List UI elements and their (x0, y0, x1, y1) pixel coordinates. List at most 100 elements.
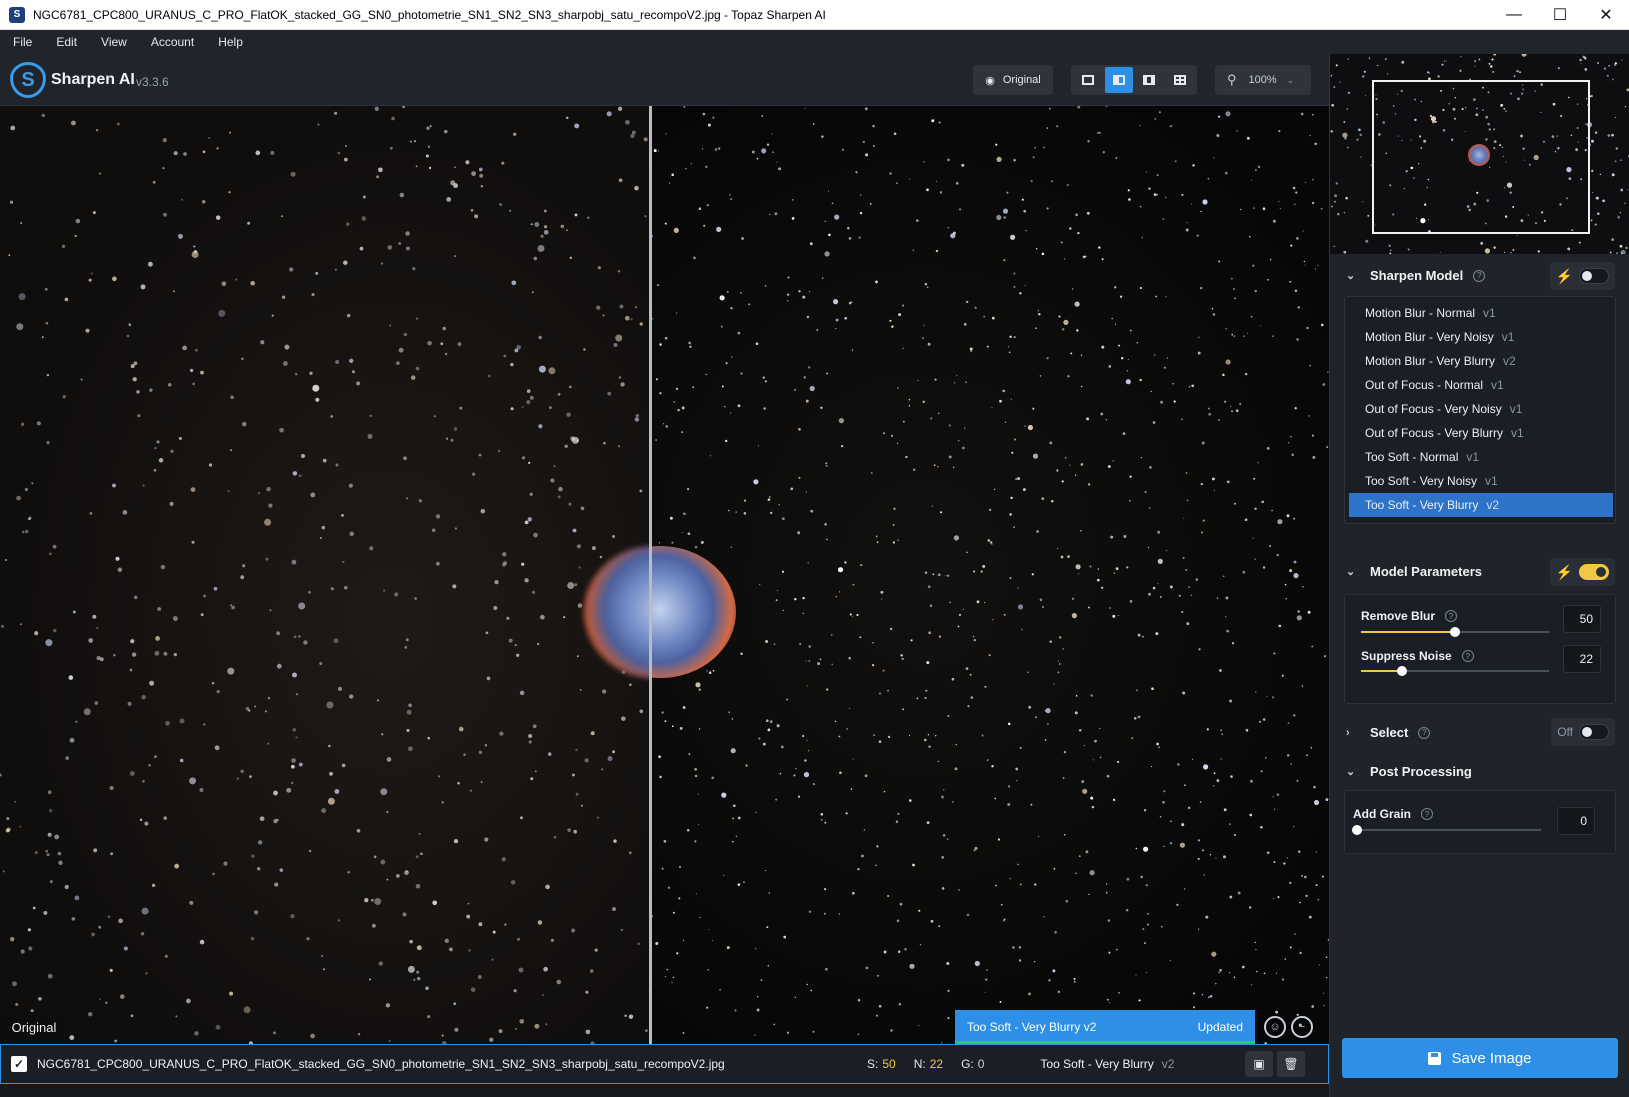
star (208, 463, 213, 467)
star (954, 767, 958, 771)
add-grain-handle[interactable] (1352, 825, 1362, 835)
model-item[interactable]: Too Soft - Very Noisy v1 (1349, 469, 1613, 493)
trash-icon[interactable]: 🗑 (1277, 1051, 1305, 1077)
suppress-noise-handle[interactable] (1397, 666, 1408, 676)
model-item[interactable]: Out of Focus - Very Blurry v1 (1349, 421, 1613, 445)
model-item[interactable]: Motion Blur - Very Noisy v1 (1349, 325, 1613, 349)
split-divider-handle[interactable] (649, 106, 652, 1044)
star (639, 489, 643, 493)
star (1019, 292, 1022, 295)
star (1042, 606, 1044, 608)
close-button[interactable]: ✕ (1583, 0, 1629, 30)
add-grain-value[interactable]: 0 (1557, 807, 1595, 835)
star (1199, 801, 1202, 803)
star (643, 137, 648, 142)
split-view-button[interactable] (1104, 67, 1133, 93)
star (516, 937, 521, 941)
star (1143, 942, 1146, 945)
model-item[interactable]: Motion Blur - Very Blurry v2 (1349, 349, 1613, 373)
model-item[interactable]: Motion Blur - Normal v1 (1349, 301, 1613, 325)
star (436, 561, 440, 566)
post-processing-header[interactable]: ⌄ Post Processing (1346, 764, 1472, 779)
star (1326, 446, 1329, 449)
star (928, 745, 931, 748)
file-row[interactable]: ✓ NGC6781_CPC800_URANUS_C_PRO_FlatOK_sta… (0, 1044, 1329, 1084)
star (1289, 946, 1292, 949)
model-item-selected[interactable]: Too Soft - Very Blurry v2 (1349, 493, 1613, 517)
star (937, 573, 941, 577)
star (923, 161, 925, 163)
remove-blur-slider[interactable] (1361, 627, 1549, 637)
menu-file[interactable]: File (0, 35, 43, 49)
navigator-thumbnail[interactable] (1330, 54, 1629, 254)
image-viewer[interactable] (0, 106, 1329, 1044)
add-grain-slider[interactable] (1352, 825, 1541, 835)
select-switch[interactable] (1579, 724, 1609, 740)
model-parameters-header[interactable]: ⌄ Model Parameters (1346, 564, 1482, 579)
star (766, 143, 770, 147)
navigator-viewport-frame[interactable] (1372, 80, 1590, 234)
single-view-button[interactable] (1074, 67, 1103, 93)
star (337, 919, 340, 922)
star (130, 639, 135, 644)
select-toggle[interactable]: Off (1551, 718, 1615, 746)
zoom-dropdown[interactable]: ⚲ 100% ⌄ (1215, 65, 1311, 95)
side-by-side-button[interactable] (1135, 67, 1164, 93)
model-parameters-auto-toggle[interactable]: ⚡ (1549, 558, 1615, 586)
auto-switch[interactable] (1579, 268, 1609, 284)
star (798, 428, 801, 431)
star (1201, 994, 1204, 996)
help-icon[interactable]: ? (1461, 650, 1474, 662)
model-item[interactable]: Too Soft - Normal v1 (1349, 445, 1613, 469)
star (621, 716, 626, 721)
star (1172, 383, 1174, 385)
star (127, 701, 132, 706)
help-icon[interactable]: ? (1421, 808, 1434, 820)
original-toggle-button[interactable]: ◉ Original (973, 65, 1053, 95)
minimize-button[interactable]: — (1491, 0, 1537, 30)
star (1118, 344, 1121, 347)
suppress-noise-value[interactable]: 22 (1563, 645, 1601, 673)
remove-blur-value[interactable]: 50 (1563, 605, 1601, 633)
menu-view[interactable]: View (88, 35, 138, 49)
star (719, 989, 721, 991)
star (912, 863, 915, 867)
auto-switch[interactable] (1579, 564, 1609, 580)
neutral-feedback-icon[interactable]: − (1291, 1016, 1313, 1038)
maximize-button[interactable]: ☐ (1537, 0, 1583, 30)
quad-view-button[interactable] (1166, 67, 1195, 93)
preview-icon[interactable]: ▣ (1245, 1051, 1273, 1077)
star (1123, 535, 1127, 538)
suppress-noise-slider[interactable] (1361, 666, 1549, 676)
model-item[interactable]: Out of Focus - Normal v1 (1349, 373, 1613, 397)
help-icon[interactable]: ? (1418, 726, 1431, 739)
model-item[interactable]: Out of Focus - Very Noisy v1 (1349, 397, 1613, 421)
star (872, 124, 875, 128)
star (1032, 156, 1035, 159)
star (740, 652, 743, 656)
smile-feedback-icon[interactable]: ☺ (1264, 1016, 1286, 1038)
star (1043, 916, 1045, 918)
menu-edit[interactable]: Edit (43, 35, 88, 49)
split-view-icon (1112, 75, 1125, 85)
star (1297, 610, 1300, 613)
menu-account[interactable]: Account (138, 35, 205, 49)
star (241, 421, 247, 427)
star (298, 635, 301, 638)
help-icon[interactable]: ? (1445, 610, 1458, 622)
select-header[interactable]: › Select ? (1346, 725, 1431, 740)
model-name: Out of Focus - Very Blurry (1365, 426, 1504, 440)
sharpen-model-auto-toggle[interactable]: ⚡ (1549, 262, 1615, 290)
n-label: N: (913, 1057, 926, 1071)
star (596, 305, 601, 310)
star (1261, 500, 1264, 504)
help-icon[interactable]: ? (1473, 269, 1486, 282)
model-name: Too Soft - Very Blurry (1365, 498, 1479, 512)
sharpen-model-header[interactable]: ⌄ Sharpen Model ? (1346, 268, 1486, 283)
menu-help[interactable]: Help (205, 35, 254, 49)
save-image-button[interactable]: Save Image (1342, 1038, 1618, 1078)
star (658, 755, 661, 759)
star (541, 993, 544, 996)
file-checkbox[interactable]: ✓ (11, 1056, 27, 1072)
remove-blur-handle[interactable] (1450, 627, 1460, 637)
